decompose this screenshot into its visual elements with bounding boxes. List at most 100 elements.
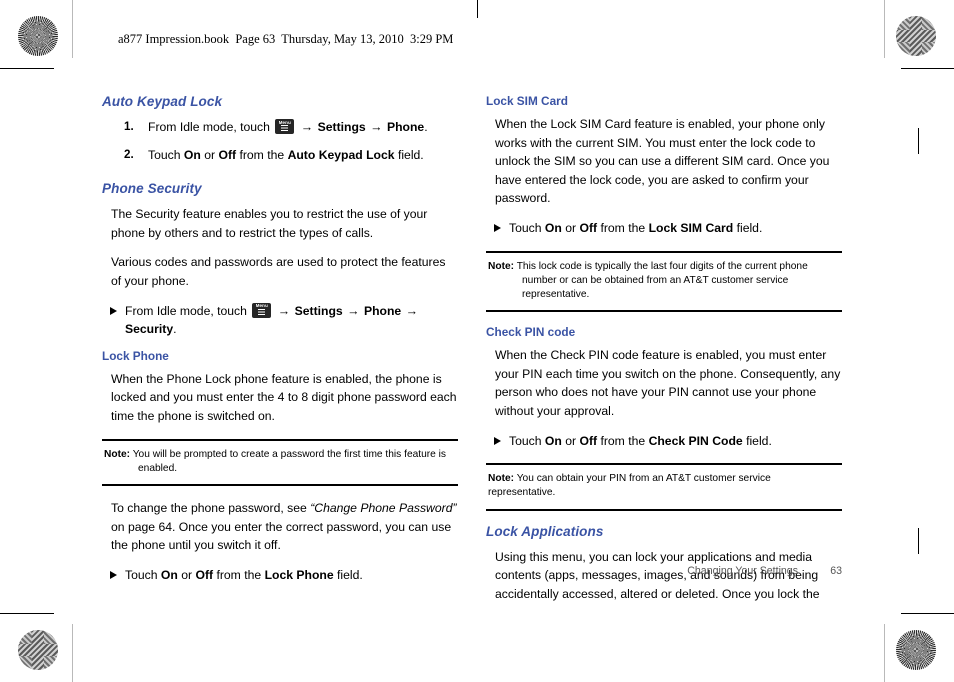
paragraph-lock-sim-card: When the Lock SIM Card feature is enable…: [495, 117, 830, 206]
step-item: 2. Touch On or Off from the Auto Keypad …: [102, 146, 458, 165]
option-on: On: [544, 433, 562, 448]
trim-line-bottom-left: [0, 613, 54, 614]
registration-crosshair-bottom-left-inner: [74, 630, 108, 664]
note-text: You can obtain your PIN from an AT&T cus…: [488, 473, 771, 499]
bullet-text-pre: From Idle mode, touch: [125, 303, 251, 318]
footer-chapter-title: Changing Your Settings: [687, 565, 798, 577]
bullet-post: from the: [597, 433, 649, 448]
field-name: Check PIN Code: [648, 433, 743, 448]
note-content: Note: You can obtain your PIN from an AT…: [488, 472, 840, 500]
trim-line-vertical-right-bottom: [884, 624, 885, 682]
step-post: from the: [236, 147, 288, 162]
menu-key-label: Menu: [255, 303, 268, 309]
note-label: Note:: [104, 448, 131, 460]
nav-settings: Settings: [294, 303, 343, 318]
triangle-bullet-icon: [494, 223, 501, 232]
note-text: You will be prompted to create a passwor…: [132, 448, 447, 474]
option-off: Off: [579, 220, 598, 235]
paragraph-change-password: To change the phone password, see “Chang…: [102, 499, 458, 555]
menu-grid-icon: [281, 125, 289, 132]
step-text-pre: Touch: [148, 147, 184, 162]
footer-page-number: 63: [830, 565, 842, 577]
trim-line-bottom-right: [901, 613, 954, 614]
step-mid: or: [200, 147, 219, 162]
trim-line-vertical-left-bottom: [72, 624, 73, 682]
registration-crosshair-bottom-left-outer: [18, 573, 52, 607]
step-end: field.: [394, 147, 424, 162]
note-label: Note:: [488, 260, 515, 272]
registration-crosshair-top-left-outer: [18, 73, 52, 107]
triangle-bullet-icon: [494, 436, 501, 445]
bullet-end: field.: [733, 220, 763, 235]
bullet-text-pre: Touch: [509, 220, 545, 235]
menu-grid-icon: [258, 308, 266, 316]
heading-lock-sim-card: Lock SIM Card: [486, 94, 568, 108]
field-name: Auto Keypad Lock: [287, 147, 395, 162]
note-text: This lock code is typically the last fou…: [516, 260, 808, 300]
arrow-icon: →: [300, 120, 314, 134]
note-box-lock-code: Note: This lock code is typically the la…: [486, 250, 842, 313]
registration-crosshair-top-right-inner: [846, 16, 880, 50]
bullet-text-pre: Touch: [509, 433, 545, 448]
paragraph-pre: To change the phone password, see: [111, 500, 311, 515]
right-column: Lock SIM Card When the Lock SIM Card fea…: [486, 94, 842, 603]
note-box-pin: Note: You can obtain your PIN from an AT…: [486, 463, 842, 511]
menu-key-icon[interactable]: Menu: [275, 119, 295, 134]
book-header: a877 Impression.book Page 63 Thursday, M…: [118, 32, 454, 46]
field-name: Lock Phone: [264, 567, 334, 582]
registration-crosshair-bottom-right-outer: [902, 573, 936, 607]
step-number: 1.: [124, 120, 134, 133]
registration-burst-top-left: [18, 16, 58, 56]
arrow-icon: →: [347, 303, 360, 318]
heading-check-pin-code: Check PIN code: [486, 325, 576, 340]
note-label: Note:: [488, 473, 515, 485]
heading-auto-keypad-lock: Auto Keypad Lock: [102, 94, 223, 109]
paragraph-security-intro: The Security feature enables you to rest…: [111, 207, 428, 240]
option-on: On: [183, 147, 201, 162]
paragraph-check-pin-code: When the Check PIN code feature is enabl…: [495, 348, 841, 418]
paragraph-post: on page 64. Once you enter the correct p…: [111, 519, 452, 553]
note-content: Note: This lock code is typically the la…: [488, 260, 840, 303]
trim-line-top-right: [901, 68, 954, 69]
bullet-end: .: [173, 322, 177, 337]
bullet-text-pre: Touch: [125, 567, 161, 582]
step-end: .: [424, 120, 428, 134]
nav-phone: Phone: [386, 120, 425, 134]
nav-security: Security: [125, 322, 174, 337]
arrow-icon: →: [277, 303, 291, 318]
registration-burst-top-right: [896, 16, 936, 56]
page-footer: Changing Your Settings 63: [486, 565, 842, 577]
option-on: On: [160, 567, 178, 582]
trim-line-vertical-right: [884, 0, 885, 58]
trim-line-vertical-left: [72, 0, 73, 58]
registration-crosshair-top-right-outer: [902, 73, 936, 107]
registration-burst-bottom-left: [18, 630, 58, 670]
option-on: On: [544, 220, 562, 235]
trim-tick-top-center: [477, 0, 478, 18]
menu-key-icon[interactable]: Menu: [252, 302, 272, 318]
triangle-bullet-icon: [110, 570, 117, 579]
bullet-item-security-path: From Idle mode, touch Menu → Settings → …: [102, 302, 458, 339]
option-off: Off: [195, 567, 214, 582]
bullet-mid: or: [561, 433, 580, 448]
triangle-bullet-icon: [110, 306, 117, 315]
cross-reference: “Change Phone Password”: [310, 500, 457, 515]
left-column: Auto Keypad Lock 1. From Idle mode, touc…: [102, 94, 458, 594]
option-off: Off: [218, 147, 237, 162]
heading-lock-phone: Lock Phone: [102, 348, 169, 363]
bullet-end: field.: [333, 567, 363, 582]
bullet-item-lock-sim-toggle: Touch On or Off from the Lock SIM Card f…: [486, 219, 842, 238]
nav-settings: Settings: [317, 120, 366, 134]
registration-crosshair-top-left-inner: [74, 16, 108, 50]
step-text-pre: From Idle mode, touch: [148, 120, 274, 134]
paragraph-lock-phone: When the Phone Lock phone feature is ena…: [111, 371, 457, 423]
registration-crosshair-bottom-right-inner: [846, 630, 880, 664]
bullet-item-check-pin-toggle: Touch On or Off from the Check PIN Code …: [486, 432, 842, 451]
registration-burst-bottom-right: [896, 630, 936, 670]
note-content: Note: You will be prompted to create a p…: [104, 448, 456, 476]
field-name: Lock SIM Card: [648, 220, 734, 235]
note-box-lock-phone: Note: You will be prompted to create a p…: [102, 438, 458, 486]
bullet-mid: or: [561, 220, 580, 235]
bullet-post: from the: [213, 567, 265, 582]
registration-crosshair-bottom-center: [460, 628, 494, 662]
